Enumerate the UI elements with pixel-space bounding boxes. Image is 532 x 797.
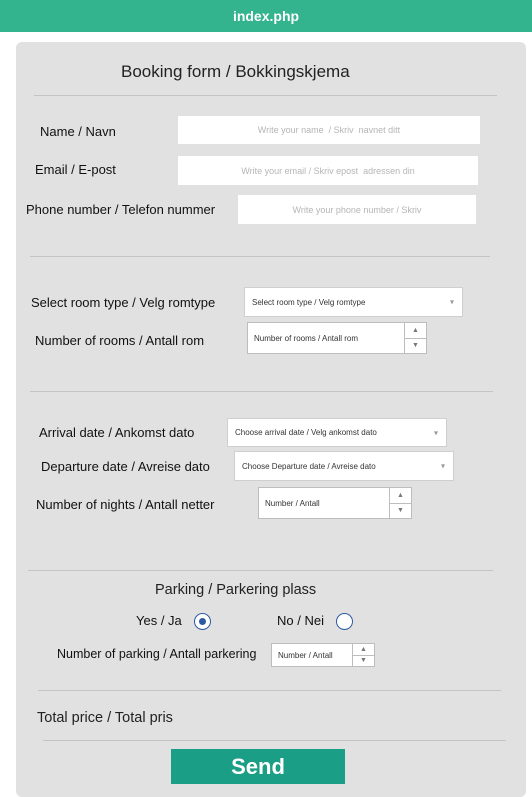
room-count-value: Number of rooms / Antall rom <box>254 333 359 343</box>
parking-no-label: No / Nei <box>277 613 324 628</box>
chevron-down-icon: ▾ <box>433 428 438 437</box>
divider <box>30 391 493 392</box>
divider <box>43 740 506 741</box>
divider <box>28 570 493 571</box>
room-type-select[interactable]: Select room type / Velg romtype ▾ <box>244 287 463 317</box>
divider <box>34 95 497 96</box>
increment-icon[interactable]: ▲ <box>390 488 411 504</box>
nights-value: Number / Antall <box>265 498 320 508</box>
phone-label: Phone number / Telefon nummer <box>26 202 216 217</box>
email-label: Email / E-post <box>35 162 116 177</box>
parking-count-stepper[interactable]: Number / Antall ▲ ▼ <box>271 643 375 667</box>
room-type-value: Select room type / Velg romtype <box>252 297 366 307</box>
form-title: Booking form / Bokkingskjema <box>121 62 350 81</box>
arrival-date-value: Choose arrival date / Velg ankomst dato <box>235 428 377 437</box>
room-type-label: Select room type / Velg romtype <box>31 295 216 310</box>
room-count-stepper[interactable]: Number of rooms / Antall rom ▲ ▼ <box>247 322 427 354</box>
increment-icon[interactable]: ▲ <box>405 323 426 339</box>
parking-no-radio[interactable] <box>336 613 353 630</box>
departure-label: Departure date / Avreise dato <box>41 459 210 474</box>
window-title: index.php <box>232 8 300 24</box>
increment-icon[interactable]: ▲ <box>353 644 374 656</box>
parking-count-label: Number of parking / Antall parkering <box>57 647 257 661</box>
name-label: Name / Navn <box>40 124 116 139</box>
parking-yes-label: Yes / Ja <box>136 613 182 628</box>
window-title-bar: index.php <box>0 0 532 32</box>
name-input[interactable] <box>178 116 480 144</box>
arrival-label: Arrival date / Ankomst dato <box>39 425 195 440</box>
decrement-icon[interactable]: ▼ <box>390 504 411 519</box>
nights-label: Number of nights / Antall netter <box>36 497 215 512</box>
parking-title: Parking / Parkering plass <box>155 582 317 598</box>
total-price-label: Total price / Total pris <box>37 710 173 726</box>
chevron-down-icon: ▾ <box>440 461 445 471</box>
radio-selected-dot <box>198 617 206 625</box>
chevron-down-icon: ▾ <box>449 297 454 307</box>
nights-stepper[interactable]: Number / Antall ▲ ▼ <box>258 487 412 519</box>
stepper-buttons: ▲ ▼ <box>404 323 426 353</box>
divider <box>38 690 501 691</box>
divider <box>30 256 490 257</box>
parking-count-value: Number / Antall <box>278 650 333 660</box>
room-count-label: Number of rooms / Antall rom <box>35 333 205 348</box>
email-input[interactable] <box>178 156 478 185</box>
parking-yes-radio[interactable] <box>194 613 211 630</box>
phone-input[interactable] <box>238 195 476 224</box>
stepper-buttons: ▲ ▼ <box>352 644 374 666</box>
arrival-date-select[interactable]: Choose arrival date / Velg ankomst dato … <box>227 418 447 447</box>
send-button[interactable]: Send <box>171 749 345 784</box>
decrement-icon[interactable]: ▼ <box>405 339 426 354</box>
stepper-buttons: ▲ ▼ <box>389 488 411 518</box>
departure-date-value: Choose Departure date / Avreise dato <box>242 461 376 471</box>
departure-date-select[interactable]: Choose Departure date / Avreise dato ▾ <box>234 451 454 481</box>
decrement-icon[interactable]: ▼ <box>353 656 374 667</box>
